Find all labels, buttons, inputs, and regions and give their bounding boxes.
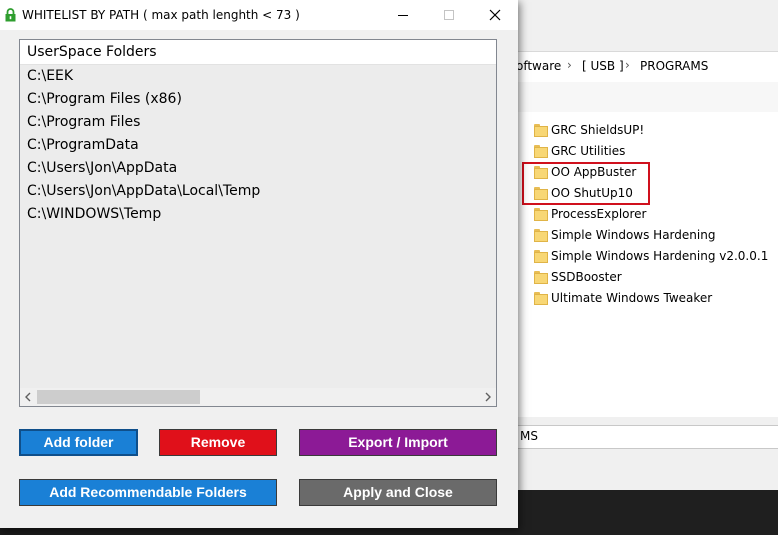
file-name: GRC ShieldsUP! [551, 123, 645, 137]
maximize-button[interactable] [426, 0, 472, 30]
minimize-button[interactable] [380, 0, 426, 30]
highlight-box [522, 162, 650, 205]
add-recommendable-folders-button[interactable]: Add Recommendable Folders [19, 479, 277, 506]
folder-icon [534, 145, 548, 158]
close-button[interactable] [472, 0, 518, 30]
folder-icon [534, 124, 548, 137]
folder-icon [534, 229, 548, 242]
close-icon [489, 9, 501, 21]
chevron-left-icon [25, 392, 31, 402]
list-header-label: UserSpace Folders [27, 44, 157, 60]
minimize-icon [398, 15, 408, 16]
list-item[interactable]: C:\Program Files (x86) [27, 91, 182, 107]
breadcrumb-programs[interactable]: PROGRAMS [640, 59, 708, 73]
file-name: Ultimate Windows Tweaker [551, 291, 713, 305]
add-folder-button[interactable]: Add folder [19, 429, 138, 456]
breadcrumb-chevron-icon: › [567, 58, 572, 72]
file-name: Simple Windows Hardening [551, 228, 716, 242]
explorer-file-list: GRC ShieldsUP! GRC Utilities OO AppBuste… [500, 112, 778, 417]
taskbar-area [500, 490, 778, 535]
horizontal-scrollbar[interactable] [20, 388, 496, 406]
folder-icon [534, 208, 548, 221]
scroll-right-button[interactable] [479, 388, 496, 406]
file-name: GRC Utilities [551, 144, 626, 158]
breadcrumb-software[interactable]: oftware [516, 59, 561, 73]
folder-icon [534, 250, 548, 263]
explorer-path-field[interactable]: MS [500, 425, 778, 449]
apply-and-close-button[interactable]: Apply and Close [299, 479, 497, 506]
scroll-left-button[interactable] [20, 388, 37, 406]
title-bar[interactable]: WHITELIST BY PATH ( max path lenghth < 7… [0, 0, 518, 30]
folder-list[interactable]: UserSpace Folders C:\EEK C:\Program File… [19, 39, 497, 407]
remove-button[interactable]: Remove [159, 429, 277, 456]
folder-icon [534, 271, 548, 284]
folder-icon [534, 292, 548, 305]
list-item[interactable]: C:\Users\Jon\AppData\Local\Temp [27, 183, 260, 199]
address-bar[interactable]: oftware › [ USB ] › PROGRAMS [500, 51, 778, 83]
chevron-right-icon [485, 392, 491, 402]
explorer-toolbar-band [500, 82, 778, 112]
list-item[interactable]: C:\Users\Jon\AppData [27, 160, 177, 176]
list-header: UserSpace Folders [20, 40, 496, 65]
file-name: Simple Windows Hardening v2.0.0.1 [551, 249, 769, 263]
whitelist-dialog: WHITELIST BY PATH ( max path lenghth < 7… [0, 0, 518, 528]
list-item[interactable]: C:\EEK [27, 68, 73, 84]
list-item[interactable]: C:\ProgramData [27, 137, 139, 153]
window-title: WHITELIST BY PATH ( max path lenghth < 7… [22, 8, 300, 22]
list-item[interactable]: C:\WINDOWS\Temp [27, 206, 161, 222]
explorer-body: oftware › [ USB ] › PROGRAMS GRC Shields… [500, 0, 778, 490]
export-import-button[interactable]: Export / Import [299, 429, 497, 456]
breadcrumb-chevron-icon: › [625, 58, 630, 72]
lock-icon [5, 8, 16, 22]
path-field-text: MS [520, 429, 538, 443]
file-name: SSDBooster [551, 270, 622, 284]
breadcrumb-usb[interactable]: [ USB ] [582, 59, 624, 73]
file-name: ProcessExplorer [551, 207, 647, 221]
scrollbar-thumb[interactable] [37, 390, 200, 404]
list-item[interactable]: C:\Program Files [27, 114, 140, 130]
background-explorer-window: oftware › [ USB ] › PROGRAMS GRC Shields… [500, 0, 778, 535]
maximize-icon [444, 10, 454, 20]
